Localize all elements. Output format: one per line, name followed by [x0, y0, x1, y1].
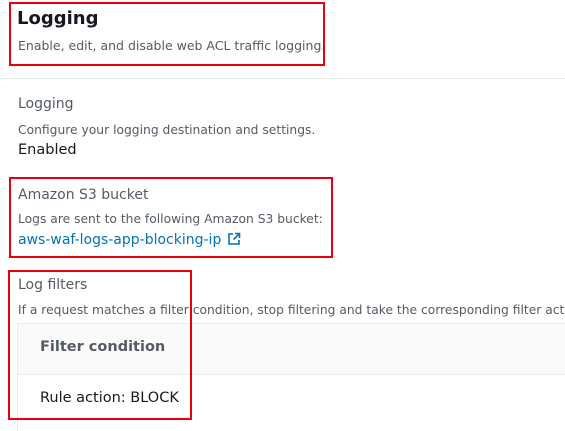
logging-label: Logging [18, 96, 74, 112]
logging-details-panel: Logging Enable, edit, and disable web AC… [0, 0, 565, 431]
highlight-box-header [9, 2, 325, 66]
logging-description: Configure your logging destination and s… [18, 123, 316, 137]
highlight-box-s3 [9, 177, 333, 258]
logging-status: Enabled [18, 142, 77, 158]
highlight-box-log-filters [8, 270, 192, 420]
